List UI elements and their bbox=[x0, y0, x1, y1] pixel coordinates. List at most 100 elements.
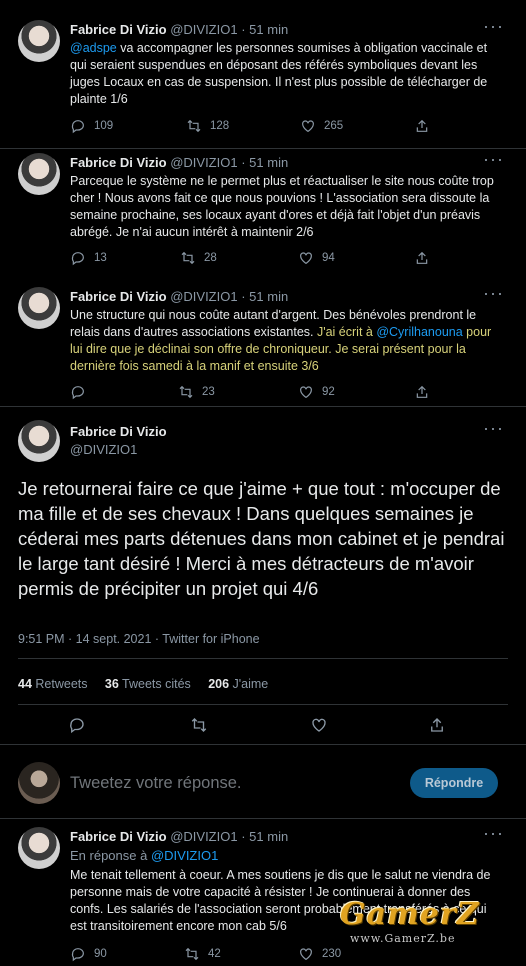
author-handle[interactable]: @DIVIZIO1 bbox=[170, 22, 237, 37]
more-options-icon[interactable]: ··· bbox=[483, 823, 504, 844]
reply-icon bbox=[71, 948, 84, 962]
timestamp[interactable]: 51 min bbox=[249, 829, 288, 844]
user-avatar[interactable] bbox=[18, 762, 60, 804]
reply-submit-button[interactable]: Répondre bbox=[410, 768, 498, 798]
watermark-url: www.GamerZ.be bbox=[350, 932, 456, 945]
quotes-stat[interactable]: 36 Tweets cités bbox=[105, 677, 191, 691]
like-button[interactable] bbox=[310, 716, 328, 734]
separator-dot: · bbox=[241, 155, 246, 170]
tweet-3[interactable]: Fabrice Di Vizio @DIVIZIO1 · 51 min ··· … bbox=[0, 282, 526, 407]
reply-icon bbox=[71, 386, 84, 400]
tweet-2[interactable]: Fabrice Di Vizio @DIVIZIO1 · 51 min ··· … bbox=[0, 148, 526, 282]
retweet-button[interactable]: 42 bbox=[184, 946, 221, 962]
share-icon bbox=[416, 251, 428, 264]
heart-icon bbox=[300, 948, 312, 961]
reply-count: 90 bbox=[94, 948, 107, 960]
tweet-header: Fabrice Di Vizio @DIVIZIO1 · 51 min bbox=[70, 155, 288, 170]
mention-link[interactable]: @adspe bbox=[70, 41, 117, 55]
retweet-button[interactable] bbox=[190, 716, 208, 734]
like-count: 94 bbox=[322, 252, 335, 264]
retweet-icon bbox=[181, 251, 195, 265]
like-button[interactable]: 265 bbox=[300, 118, 343, 134]
more-options-icon[interactable]: ··· bbox=[483, 16, 504, 37]
reply-button[interactable] bbox=[70, 384, 94, 400]
tweet-actions: 109 128 265 bbox=[70, 118, 470, 138]
avatar[interactable] bbox=[18, 287, 60, 329]
author-handle[interactable]: @DIVIZIO1 bbox=[170, 155, 237, 170]
timestamp[interactable]: 51 min bbox=[249, 22, 288, 37]
tweet-1[interactable]: Fabrice Di Vizio @DIVIZIO1 · 51 min ··· … bbox=[0, 0, 526, 149]
heart-icon bbox=[300, 386, 312, 399]
separator-dot: · bbox=[241, 22, 246, 37]
heart-icon bbox=[312, 718, 326, 732]
author-handle[interactable]: @DIVIZIO1 bbox=[70, 442, 137, 457]
share-button[interactable] bbox=[428, 716, 446, 734]
like-count: 230 bbox=[322, 948, 342, 960]
tweet-stats: 44 Retweets 36 Tweets cités 206 J'aime bbox=[18, 677, 268, 691]
retweets-label: Retweets bbox=[35, 677, 88, 691]
divider bbox=[18, 658, 508, 659]
like-button[interactable]: 230 bbox=[298, 946, 341, 962]
quotes-count: 36 bbox=[104, 677, 119, 691]
author-handle[interactable]: @DIVIZIO1 bbox=[170, 289, 237, 304]
author-handle[interactable]: @DIVIZIO1 bbox=[170, 829, 237, 844]
reply-icon bbox=[71, 252, 84, 266]
reply-context: En réponse à @DIVIZIO1 bbox=[70, 848, 218, 863]
author-name[interactable]: Fabrice Di Vizio bbox=[70, 22, 167, 37]
retweet-button[interactable]: 28 bbox=[180, 250, 217, 266]
reply-context-label: En réponse à bbox=[70, 848, 151, 863]
reply-icon bbox=[71, 120, 84, 134]
avatar[interactable] bbox=[18, 827, 60, 869]
share-button[interactable] bbox=[414, 118, 430, 134]
reply-input[interactable]: Tweetez votre réponse. bbox=[70, 774, 242, 793]
main-tweet-handle-row: @DIVIZIO1 bbox=[70, 442, 137, 457]
likes-label: J'aime bbox=[232, 677, 269, 691]
tweet-header: Fabrice Di Vizio @DIVIZIO1 · 51 min bbox=[70, 22, 288, 37]
more-options-icon[interactable]: ··· bbox=[483, 283, 504, 304]
avatar[interactable] bbox=[18, 153, 60, 195]
author-name[interactable]: Fabrice Di Vizio bbox=[70, 829, 167, 844]
reply-button[interactable]: 109 bbox=[70, 118, 113, 134]
avatar[interactable] bbox=[18, 20, 60, 62]
reply-button[interactable]: 90 bbox=[70, 946, 107, 962]
tweet-text-body: va accompagner les personnes soumises à … bbox=[70, 41, 488, 106]
tweet-text: @adspe va accompagner les personnes soum… bbox=[70, 40, 500, 108]
retweet-button[interactable]: 23 bbox=[178, 384, 215, 400]
reply-to-link[interactable]: @DIVIZIO1 bbox=[151, 848, 218, 863]
retweet-count: 23 bbox=[202, 386, 215, 398]
retweets-stat[interactable]: 44 Retweets bbox=[18, 677, 88, 691]
tweet-header: Fabrice Di Vizio @DIVIZIO1 · 51 min bbox=[70, 289, 288, 304]
timestamp[interactable]: 51 min bbox=[249, 289, 288, 304]
reply-button[interactable]: 13 bbox=[70, 250, 107, 266]
main-tweet-text: Je retournerai faire ce que j'aime + que… bbox=[18, 478, 505, 599]
share-button[interactable] bbox=[414, 384, 430, 400]
watermark-logo: GamerZ www.GamerZ.be bbox=[340, 897, 480, 945]
likes-count: 206 bbox=[208, 677, 230, 691]
author-name[interactable]: Fabrice Di Vizio bbox=[70, 289, 167, 304]
share-icon bbox=[431, 718, 443, 732]
tweet-text-highlight: J'ai écrit à bbox=[316, 325, 377, 339]
author-name[interactable]: Fabrice Di Vizio bbox=[70, 155, 167, 170]
retweet-icon bbox=[187, 119, 201, 133]
watermark-title: GamerZ bbox=[340, 897, 480, 932]
reply-count: 109 bbox=[94, 120, 114, 132]
like-button[interactable]: 94 bbox=[298, 250, 335, 266]
heart-icon bbox=[302, 120, 314, 133]
reply-button[interactable] bbox=[68, 716, 86, 734]
timestamp[interactable]: 51 min bbox=[249, 155, 288, 170]
retweet-icon bbox=[191, 718, 207, 732]
like-button[interactable]: 92 bbox=[298, 384, 335, 400]
more-options-icon[interactable]: ··· bbox=[483, 149, 504, 170]
mention-link[interactable]: @Cyrilhanouna bbox=[376, 325, 462, 339]
retweet-button[interactable]: 128 bbox=[186, 118, 229, 134]
share-button[interactable] bbox=[414, 250, 430, 266]
tweet-actions: 13 28 94 bbox=[70, 250, 470, 270]
like-count: 92 bbox=[322, 386, 335, 398]
tweet-actions: 23 92 bbox=[70, 384, 470, 404]
author-name[interactable]: Fabrice Di Vizio bbox=[70, 424, 167, 439]
tweet-text: Une structure qui nous coûte autant d'ar… bbox=[70, 307, 500, 375]
more-options-icon[interactable]: ··· bbox=[483, 418, 504, 439]
avatar[interactable] bbox=[18, 420, 60, 462]
quotes-label: Tweets cités bbox=[122, 677, 191, 691]
likes-stat[interactable]: 206 J'aime bbox=[208, 677, 268, 691]
